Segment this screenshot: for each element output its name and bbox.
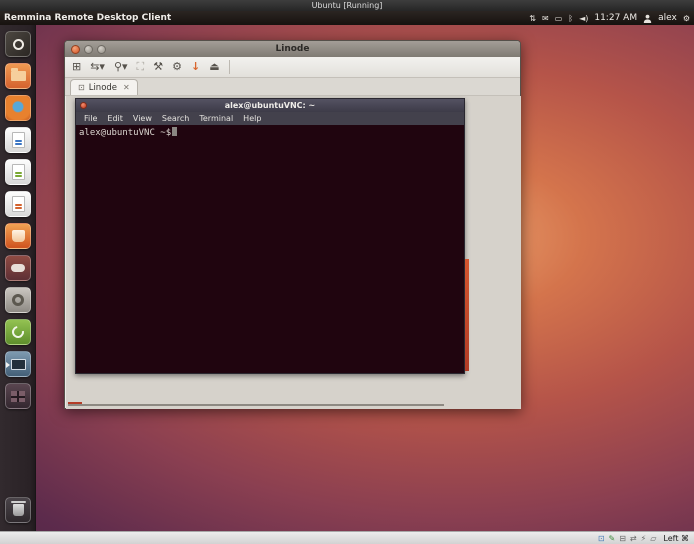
volume-icon[interactable]: ◄) (579, 14, 588, 23)
scaled-mode-icon[interactable]: ⛶ (137, 58, 145, 76)
indicator-tray: ⇅ ✉ ▭ ᛒ ◄) 11:27 AM alex ⚙ (529, 13, 690, 23)
gear-icon (12, 294, 24, 306)
pencil-icon[interactable]: ✎ (609, 533, 616, 544)
network-icon[interactable]: ⇄ (630, 533, 637, 544)
folder-icon (11, 71, 26, 81)
remote-desktop-view[interactable]: alex@ubuntuVNC: ~ File Edit View Search … (66, 96, 521, 409)
mail-icon[interactable]: ✉ (542, 14, 549, 23)
connect-icon[interactable]: ⇆▾ (90, 58, 105, 76)
maximize-button[interactable] (97, 45, 106, 54)
launcher-item-libreoffice-writer[interactable] (5, 127, 31, 153)
sync-icon[interactable]: ⇅ (529, 14, 536, 23)
hdd-icon[interactable]: ⊟ (619, 533, 626, 544)
shared-folder-icon[interactable]: ▱ (650, 533, 656, 544)
launcher-item-firefox[interactable] (5, 95, 31, 121)
zoom-icon[interactable]: ⚲▾ (114, 58, 128, 76)
tab-label: Linode (89, 83, 117, 93)
remote-screen-icon: ⊡ (78, 83, 85, 92)
bluetooth-icon[interactable]: ᛒ (568, 14, 573, 23)
remmina-toolbar: ⊞ ⇆▾ ⚲▾ ⛶ ⚒ ⚙ ↓ ⏏ (65, 57, 520, 78)
launcher-item-dash[interactable] (5, 31, 31, 57)
virtualbox-window: Ubuntu [Running] Remmina Remote Desktop … (0, 0, 694, 544)
launcher-item-libreoffice-calc[interactable] (5, 159, 31, 185)
tools-icon[interactable]: ⚒ (153, 58, 163, 76)
ubuntu-logo-icon (13, 39, 24, 50)
ubuntu-top-panel: Remmina Remote Desktop Client ⇅ ✉ ▭ ᛒ ◄)… (0, 11, 694, 25)
terminal-prompt: alex@ubuntuVNC ~$ (79, 128, 171, 138)
user-icon (643, 14, 652, 23)
tab-linode[interactable]: ⊡ Linode ✕ (70, 79, 138, 95)
launcher-item-libreoffice-impress[interactable] (5, 191, 31, 217)
unity-launcher (0, 25, 36, 531)
menu-view[interactable]: View (128, 114, 157, 123)
shopping-bag-icon (12, 230, 25, 242)
terminal-window-title: alex@ubuntuVNC: ~ (76, 101, 464, 110)
user-menu[interactable]: alex (658, 13, 677, 23)
calc-document-icon (12, 164, 25, 180)
close-button[interactable] (71, 45, 80, 54)
remmina-window: Linode ⊞ ⇆▾ ⚲▾ ⛶ ⚒ ⚙ ↓ ⏏ ⊡ Linode ✕ (64, 40, 521, 409)
terminal-cursor (172, 127, 177, 136)
active-app-title: Remmina Remote Desktop Client (4, 13, 171, 23)
terminal-titlebar[interactable]: alex@ubuntuVNC: ~ (76, 99, 464, 112)
minimize-button[interactable] (84, 45, 93, 54)
remote-panel-edge (68, 404, 444, 406)
usb-icon[interactable]: ⚡ (641, 533, 647, 544)
host-key-indicator: Left ⌘ (663, 534, 689, 543)
launcher-item-system-settings[interactable] (5, 287, 31, 313)
terminal-body[interactable]: alex@ubuntuVNC ~$ (76, 125, 464, 373)
launcher-item-workspace-switcher[interactable] (5, 383, 31, 409)
menu-edit[interactable]: Edit (102, 114, 128, 123)
remmina-titlebar[interactable]: Linode (65, 41, 520, 57)
battery-icon[interactable]: ▭ (555, 14, 563, 23)
vbox-titlebar[interactable]: Ubuntu [Running] (0, 0, 694, 11)
window-controls (71, 45, 106, 54)
clock-indicator[interactable]: 11:27 AM (594, 13, 637, 23)
remote-wallpaper-sliver (465, 259, 469, 371)
new-connection-icon[interactable]: ⊞ (72, 58, 81, 76)
toolbar-separator (229, 60, 230, 74)
running-indicator (6, 362, 10, 368)
launcher-item-home-folder[interactable] (5, 63, 31, 89)
menu-terminal[interactable]: Terminal (194, 114, 238, 123)
remote-screen-icon (11, 359, 26, 370)
impress-document-icon (12, 196, 25, 212)
tab-close-icon[interactable]: ✕ (123, 83, 130, 92)
launcher-item-remmina[interactable] (5, 351, 31, 377)
launcher-item-ubuntu-one[interactable] (5, 255, 31, 281)
terminal-window: alex@ubuntuVNC: ~ File Edit View Search … (75, 98, 465, 374)
refresh-icon (10, 324, 27, 341)
launcher-item-ubuntu-software-center[interactable] (5, 223, 31, 249)
writer-document-icon (12, 132, 25, 148)
remmina-window-title: Linode (65, 44, 520, 54)
preferences-icon[interactable]: ⚙ (172, 58, 182, 76)
launcher-item-update-manager[interactable] (5, 319, 31, 345)
display-icon[interactable]: ⊡ (598, 533, 605, 544)
menu-file[interactable]: File (79, 114, 102, 123)
vbox-window-title: Ubuntu [Running] (312, 1, 383, 10)
disconnect-icon[interactable]: ⏏ (209, 58, 219, 76)
trash-icon (13, 504, 24, 516)
terminal-menubar: File Edit View Search Terminal Help (76, 112, 464, 125)
remmina-tabbar: ⊡ Linode ✕ (65, 78, 520, 96)
menu-search[interactable]: Search (157, 114, 194, 123)
vbox-statusbar: ⊡ ✎ ⊟ ⇄ ⚡ ▱ Left ⌘ (0, 531, 694, 544)
terminal-close-button[interactable] (80, 102, 87, 109)
screenshot-icon[interactable]: ↓ (191, 58, 200, 76)
launcher-item-trash[interactable] (5, 497, 31, 523)
cloud-icon (11, 264, 25, 272)
menu-help[interactable]: Help (238, 114, 266, 123)
session-gear-icon[interactable]: ⚙ (683, 14, 690, 23)
workspaces-icon (11, 391, 25, 402)
